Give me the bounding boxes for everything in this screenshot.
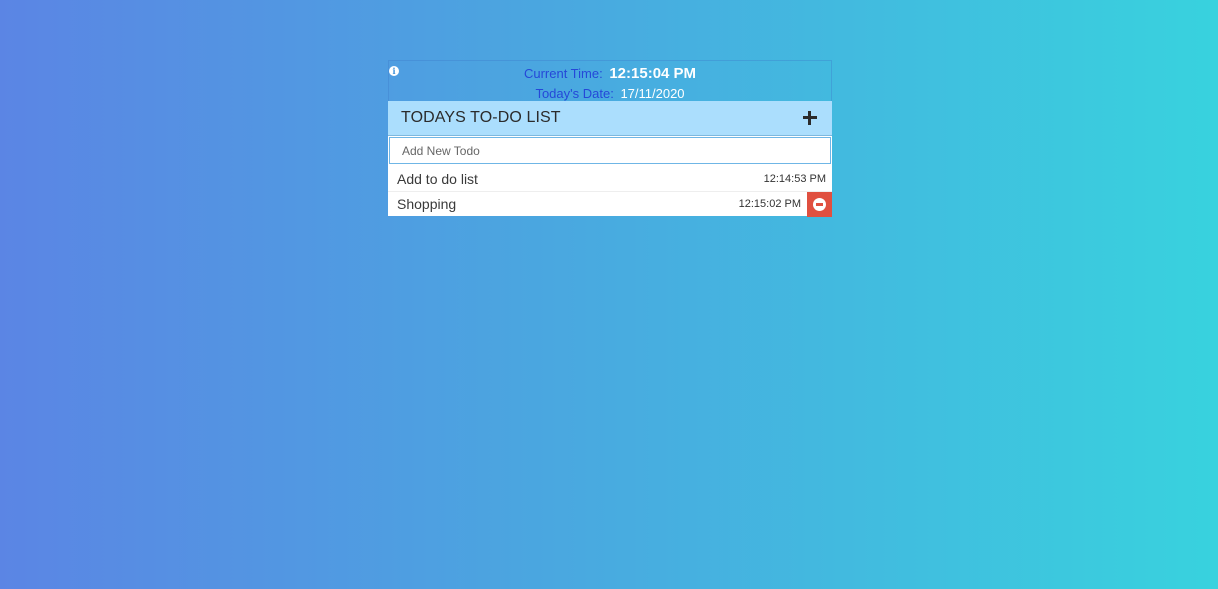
todo-item-time: 12:15:02 PM xyxy=(738,198,801,210)
todo-item-text: Shopping xyxy=(397,196,457,212)
delete-todo-button[interactable] xyxy=(807,191,832,217)
current-time-row: Current Time: 12:15:04 PM xyxy=(389,65,831,83)
todays-date-value: 17/11/2020 xyxy=(620,86,685,101)
todays-date-label: Today's Date: xyxy=(535,86,614,101)
plus-icon[interactable] xyxy=(800,108,820,128)
todo-item-time: 12:14:53 PM xyxy=(763,172,826,185)
new-todo-input-wrap xyxy=(388,136,832,166)
current-time-value: 12:15:04 PM xyxy=(609,65,697,82)
todo-item[interactable]: Add to do list 12:14:53 PM xyxy=(388,166,832,191)
current-time-label: Current Time: xyxy=(523,66,603,81)
clock-panel: i Current Time: 12:15:04 PM Today's Date… xyxy=(388,60,832,101)
new-todo-input[interactable] xyxy=(389,137,831,164)
todo-item[interactable]: Shopping 12:15:02 PM xyxy=(388,191,832,217)
todays-date-row: Today's Date: 17/11/2020 xyxy=(389,85,831,102)
todo-item-text: Add to do list xyxy=(397,170,478,187)
todo-app: i Current Time: 12:15:04 PM Today's Date… xyxy=(388,60,832,217)
todo-list: Add to do list 12:14:53 PM Shopping 12:1… xyxy=(388,166,832,217)
list-title: TODAYS TO-DO LIST xyxy=(401,109,561,126)
list-header: TODAYS TO-DO LIST xyxy=(388,101,832,136)
minus-circle-icon xyxy=(813,197,826,211)
